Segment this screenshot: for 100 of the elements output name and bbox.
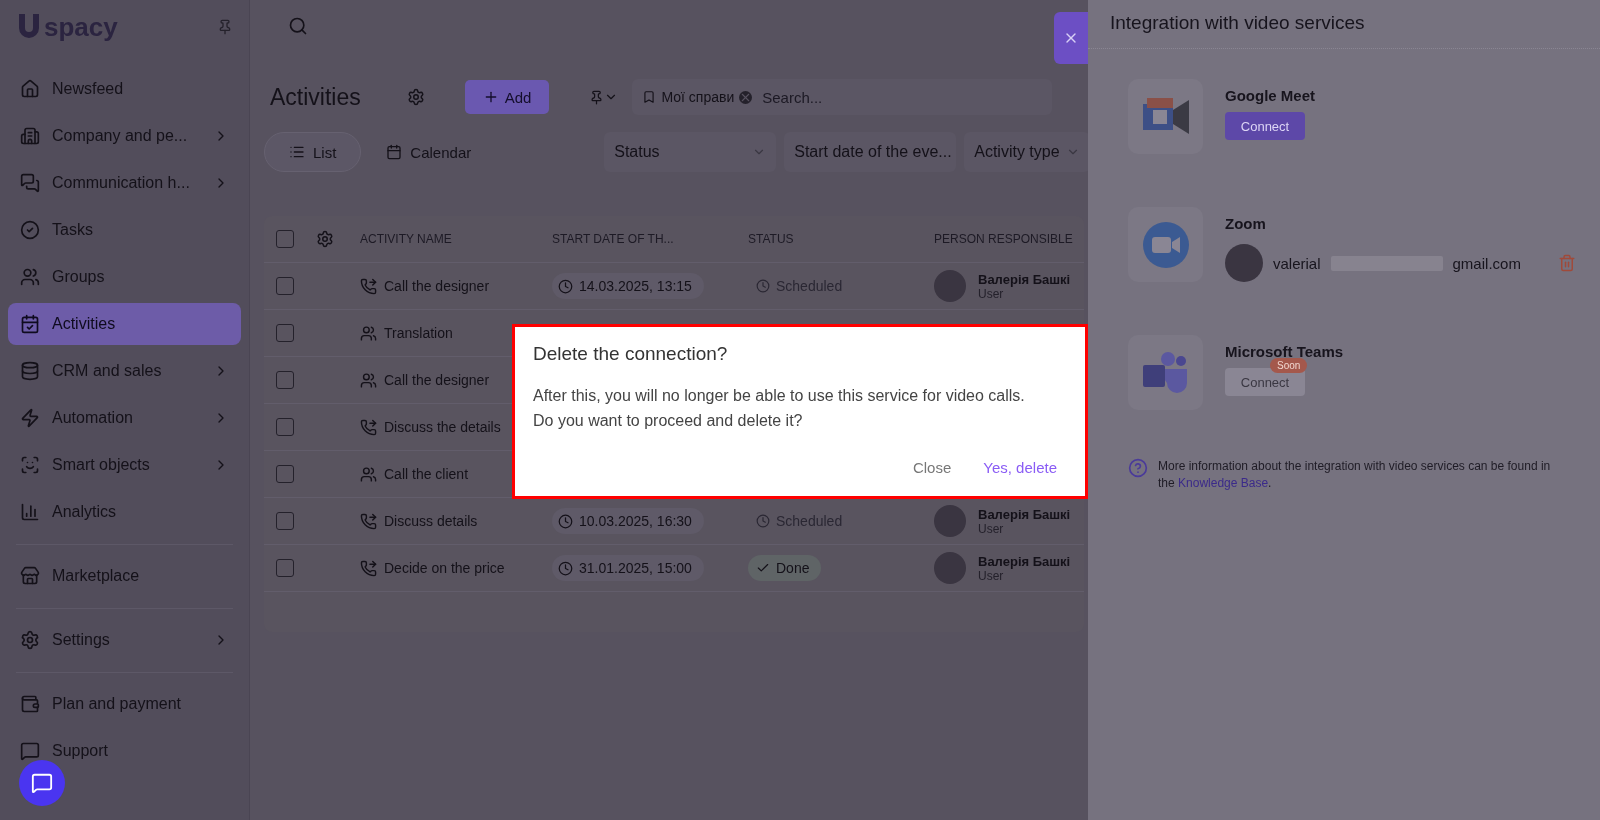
soon-badge: Soon [1270, 358, 1308, 373]
trash-icon[interactable] [1558, 254, 1576, 272]
sidebar-item[interactable]: Marketplace [8, 555, 241, 597]
email-end: gmail.com [1452, 254, 1522, 272]
avatar [934, 270, 966, 302]
lightning-icon [20, 408, 40, 428]
add-button[interactable]: Add [464, 80, 550, 114]
clock-icon [558, 513, 573, 529]
sidebar-item[interactable]: Support [8, 730, 241, 772]
date-pill: 10.03.2025, 16:30 [552, 508, 704, 534]
activity-name[interactable]: Decide on the price [384, 560, 505, 576]
status-label: Done [748, 555, 822, 581]
connect-button[interactable]: Connect [1225, 112, 1305, 140]
filter-chip[interactable]: Мої справи [642, 89, 753, 105]
video-camera-logo-icon [1142, 221, 1189, 268]
phone-icon [360, 277, 377, 295]
filter-dropdown[interactable]: Activity type [964, 132, 1090, 172]
phone-icon [360, 559, 377, 577]
panel-title: Integration with video services [1088, 0, 1600, 49]
service-name: Google Meet [1225, 87, 1316, 104]
sidebar-item[interactable]: Communication h... [8, 162, 241, 204]
info-text: More information about the integration with video services can be found in the Knowledge Base. [1158, 458, 1552, 492]
sidebar-item[interactable]: Newsfeed [8, 68, 241, 110]
avatar [934, 505, 966, 537]
people-logo-icon [1142, 350, 1189, 395]
activity-name[interactable]: Call the designer [384, 372, 490, 388]
activity-name[interactable]: Discuss details [384, 513, 478, 529]
settings-icon[interactable] [316, 230, 334, 248]
close-button[interactable]: Close [902, 455, 962, 480]
check-icon [756, 561, 770, 575]
sidebar-item[interactable]: Plan and payment [8, 683, 241, 725]
date-pill: 14.03.2025, 13:15 [552, 273, 704, 299]
column-header: ACTIVITY NAME [360, 232, 453, 246]
list-icon [289, 144, 305, 160]
people-icon [360, 324, 377, 342]
sidebar-item[interactable]: Smart objects [8, 444, 241, 486]
sidebar-item[interactable]: Automation [8, 397, 241, 439]
page-title: Activities [270, 83, 361, 111]
activity-name[interactable]: Call the designer [384, 278, 490, 294]
sidebar-item[interactable]: Settings [8, 619, 241, 661]
activity-name[interactable]: Translation [384, 325, 453, 341]
checkbox[interactable] [276, 230, 294, 248]
view-tab[interactable]: Calendar [361, 132, 497, 172]
building-icon [20, 126, 40, 146]
calendar-icon [20, 314, 40, 334]
delete-button[interactable]: Yes, delete [973, 455, 1067, 480]
clock-icon [756, 514, 770, 528]
close-button[interactable] [1054, 12, 1088, 64]
close-icon[interactable] [739, 90, 753, 104]
activity-name[interactable]: Call the client [384, 466, 469, 482]
person-name[interactable]: Валерія Башкі [978, 553, 1071, 569]
pin-icon[interactable] [217, 19, 233, 35]
checkbox[interactable] [276, 465, 294, 483]
service-name: Zoom [1225, 215, 1267, 232]
checkbox[interactable] [276, 559, 294, 577]
sidebar-item[interactable]: Tasks [8, 209, 241, 251]
column-header: START DATE OF TH... [552, 232, 675, 246]
database-icon [20, 361, 40, 381]
bookmark-icon [642, 90, 657, 104]
people-icon [360, 465, 377, 483]
chart-icon [20, 502, 40, 522]
phone-icon [360, 418, 377, 436]
person-name[interactable]: Валерія Башкі [978, 506, 1071, 522]
filter-dropdown[interactable]: Start date of the eve... [784, 132, 957, 172]
checkbox[interactable] [276, 277, 294, 295]
view-tab[interactable]: List [264, 132, 362, 172]
checkbox[interactable] [276, 418, 294, 436]
people-icon [20, 267, 40, 287]
chat-icon [31, 772, 53, 794]
pin-icon[interactable] [589, 89, 605, 105]
activity-name[interactable]: Discuss the details [384, 419, 501, 435]
sidebar-item[interactable]: Groups [8, 256, 241, 298]
avatar [934, 552, 966, 584]
scan-icon [20, 455, 40, 475]
search-field[interactable]: Мої справи Search... [632, 79, 1053, 115]
clock-icon [558, 278, 573, 294]
filter-dropdown[interactable]: Status [604, 132, 777, 172]
date-pill: 31.01.2025, 15:00 [552, 555, 704, 581]
checkbox[interactable] [276, 371, 294, 389]
checkbox[interactable] [276, 324, 294, 342]
checkbox[interactable] [276, 512, 294, 530]
sidebar-item[interactable]: Analytics [8, 491, 241, 533]
video-camera-logo-icon [1142, 97, 1189, 136]
dialog-title: Delete the connection? [533, 343, 729, 365]
sidebar-item[interactable]: Activities [8, 303, 241, 345]
person-name[interactable]: Валерія Башкі [978, 271, 1071, 287]
house-icon [20, 79, 40, 99]
sidebar-item[interactable]: CRM and sales [8, 350, 241, 392]
column-header: STATUS [748, 232, 795, 246]
help-icon [1128, 458, 1148, 478]
column-header: PERSON RESPONSIBLE [934, 232, 1074, 246]
wallet-icon [20, 694, 40, 714]
avatar [1225, 244, 1263, 282]
chat-question-icon [20, 741, 40, 761]
settings-icon[interactable] [406, 88, 425, 106]
sidebar-item[interactable]: Company and pe... [8, 115, 241, 157]
dialog-text: After this, you will no longer be able to use this service for video calls. Do you want to proceed and delete it? [533, 386, 1026, 431]
search-icon[interactable] [288, 16, 308, 36]
service-name: Microsoft Teams [1225, 343, 1345, 360]
chat-icon [20, 173, 40, 193]
